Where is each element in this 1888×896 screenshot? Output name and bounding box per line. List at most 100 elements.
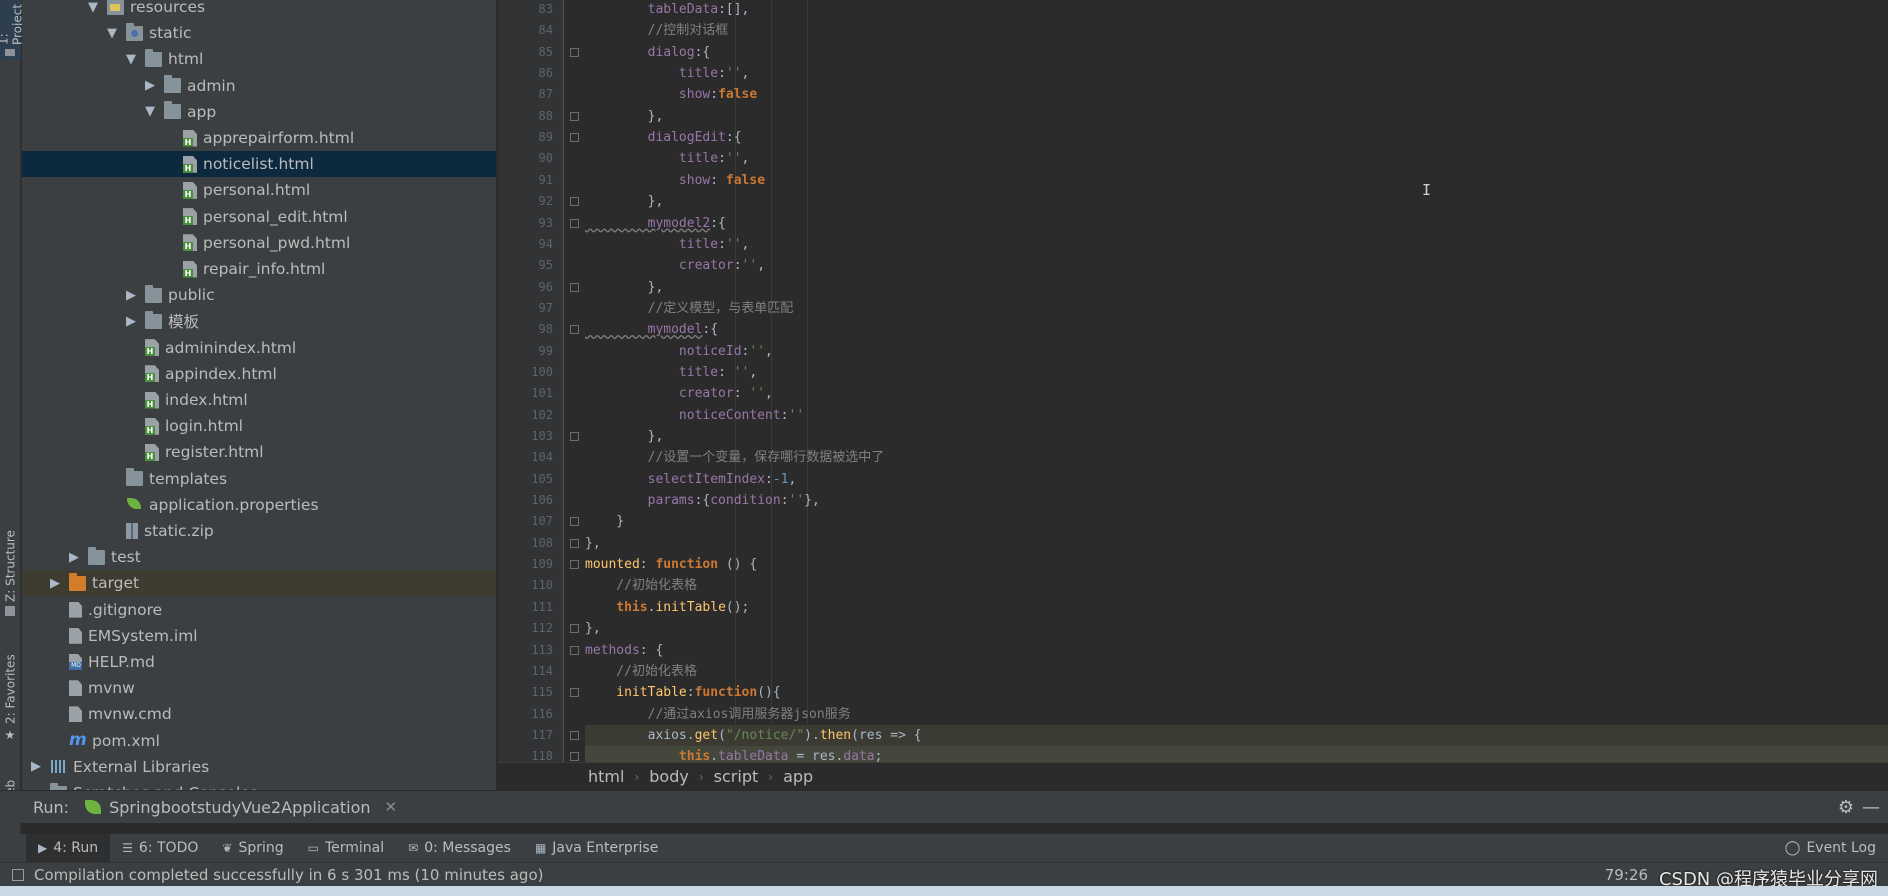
- tree-item[interactable]: ▶appindex.html: [22, 361, 496, 387]
- fold-marker-icon[interactable]: [570, 325, 579, 335]
- code-line[interactable]: dialog:{: [585, 42, 1888, 63]
- chevron-down-icon[interactable]: ▼: [143, 104, 157, 119]
- code-line[interactable]: params:{condition:''},: [585, 490, 1888, 511]
- code-line[interactable]: //设置一个变量，保存哪行数据被选中了: [585, 447, 1888, 468]
- project-tool-tab[interactable]: 1: Project: [0, 0, 25, 60]
- code-line[interactable]: }: [585, 511, 1888, 532]
- code-line[interactable]: mounted: function () {: [585, 554, 1888, 575]
- fold-marker-icon[interactable]: [570, 432, 579, 441]
- tool-tab[interactable]: ✉ 0: Messages: [396, 834, 523, 862]
- chevron-right-icon[interactable]: ▶: [143, 78, 157, 93]
- fold-marker-icon[interactable]: [570, 688, 579, 698]
- tool-tab[interactable]: ☰ 6: TODO: [110, 834, 210, 862]
- code-line[interactable]: dialogEdit:{: [585, 127, 1888, 148]
- tool-tab[interactable]: ❦ Spring: [210, 834, 295, 862]
- chevron-right-icon[interactable]: ▶: [67, 550, 81, 565]
- code-line[interactable]: tableData:[],: [585, 0, 1888, 20]
- fold-marker-icon[interactable]: [570, 538, 579, 548]
- code-line[interactable]: this.tableData = res.data;: [585, 746, 1888, 762]
- breadcrumb-item-app[interactable]: app: [783, 767, 813, 786]
- minimize-icon[interactable]: —: [1862, 797, 1880, 818]
- tree-item[interactable]: ▶personal.html: [22, 177, 496, 203]
- code-line[interactable]: this.initTable();: [585, 597, 1888, 618]
- code-line[interactable]: mymodel2:{: [585, 213, 1888, 234]
- chevron-down-icon[interactable]: ▼: [86, 0, 100, 15]
- code-line[interactable]: //控制对话框: [585, 20, 1888, 41]
- code-area[interactable]: tableData:[], //控制对话框 dialog:{ title:'',…: [585, 0, 1888, 762]
- tool-tab[interactable]: ▶ 4: Run: [26, 834, 111, 862]
- tree-item[interactable]: ▶mpom.xml: [22, 728, 496, 754]
- code-line[interactable]: noticeContent:'': [585, 405, 1888, 426]
- fold-marker-icon[interactable]: [570, 752, 579, 762]
- tree-item[interactable]: ▶templates: [22, 466, 496, 492]
- breadcrumb-item-html[interactable]: html: [588, 767, 624, 786]
- code-line[interactable]: title:'',: [585, 234, 1888, 255]
- code-line[interactable]: initTable:function(){: [585, 682, 1888, 703]
- code-line[interactable]: },: [585, 533, 1888, 554]
- fold-marker-icon[interactable]: [570, 282, 579, 292]
- chevron-right-icon[interactable]: ▶: [48, 576, 62, 591]
- tree-item[interactable]: ▶ 模板: [22, 308, 496, 334]
- fold-marker-icon[interactable]: [570, 624, 579, 634]
- tree-item[interactable]: ▼ static: [22, 20, 496, 46]
- tree-item[interactable]: ▼ app: [22, 99, 496, 125]
- code-editor[interactable]: 83 84 85 86 87 88 89 90 91 92 93 94 95 96 97 98 99 100 101…: [498, 0, 1888, 762]
- code-line[interactable]: },: [585, 106, 1888, 127]
- code-line[interactable]: //初始化表格: [585, 661, 1888, 682]
- code-line[interactable]: show:false: [585, 84, 1888, 105]
- code-line[interactable]: creator:'',: [585, 255, 1888, 276]
- run-config-tab[interactable]: SpringbootstudyVue2Application ✕: [85, 798, 397, 817]
- chevron-down-icon[interactable]: ▼: [124, 52, 138, 67]
- code-line[interactable]: selectItemIndex:-1,: [585, 469, 1888, 490]
- code-line[interactable]: },: [585, 618, 1888, 639]
- fold-marker-icon[interactable]: [570, 197, 579, 207]
- breadcrumb-item-body[interactable]: body: [649, 767, 689, 786]
- code-line[interactable]: //初始化表格: [585, 575, 1888, 596]
- fold-marker-icon[interactable]: [570, 218, 579, 228]
- code-line[interactable]: noticeId:'',: [585, 341, 1888, 362]
- chevron-right-icon[interactable]: ▶: [29, 759, 43, 774]
- structure-tool-tab[interactable]: Z: Structure: [0, 520, 21, 620]
- tree-item[interactable]: ▶ public: [22, 282, 496, 308]
- chevron-down-icon[interactable]: ▼: [105, 26, 119, 41]
- code-line[interactable]: axios.get("/notice/").then(res => {: [585, 724, 1888, 746]
- tree-item[interactable]: ▶Scratches and Consoles: [22, 780, 496, 790]
- chevron-right-icon[interactable]: ▶: [124, 314, 138, 329]
- close-icon[interactable]: ✕: [385, 798, 398, 816]
- code-line[interactable]: title:'',: [585, 63, 1888, 84]
- tree-item[interactable]: ▶mvnw.cmd: [22, 701, 496, 727]
- tool-tab[interactable]: ▦ Java Enterprise: [523, 834, 670, 862]
- code-line[interactable]: },: [585, 191, 1888, 212]
- code-line[interactable]: },: [585, 277, 1888, 298]
- code-line[interactable]: mymodel:{: [585, 319, 1888, 340]
- tree-item[interactable]: ▶ target: [22, 570, 496, 597]
- code-line[interactable]: title:'',: [585, 148, 1888, 169]
- fold-marker-icon[interactable]: [570, 517, 579, 527]
- code-line[interactable]: title: '',: [585, 362, 1888, 383]
- fold-marker-icon[interactable]: [570, 133, 579, 143]
- tree-item[interactable]: ▶apprepairform.html: [22, 125, 496, 151]
- toggle-tool-windows-icon[interactable]: [12, 868, 24, 881]
- gear-icon[interactable]: ⚙: [1838, 797, 1854, 818]
- tool-tab[interactable]: ▭ Terminal: [296, 834, 397, 862]
- tree-item[interactable]: ▶login.html: [22, 413, 496, 439]
- tree-item[interactable]: ▶register.html: [22, 439, 496, 465]
- tree-item[interactable]: ▶application.properties: [22, 492, 496, 518]
- code-line[interactable]: },: [585, 426, 1888, 447]
- fold-marker-icon[interactable]: [570, 47, 579, 57]
- breadcrumb-item-script[interactable]: script: [714, 767, 759, 786]
- tree-item[interactable]: ▼ html: [22, 46, 496, 72]
- event-log-button[interactable]: ◯ Event Log: [1785, 834, 1876, 862]
- tree-item[interactable]: ▶adminindex.html: [22, 335, 496, 361]
- tree-item[interactable]: ▶ External Libraries: [22, 754, 496, 780]
- fold-marker-icon[interactable]: [570, 645, 579, 655]
- tree-item[interactable]: ▶index.html: [22, 387, 496, 413]
- code-line[interactable]: //通过axios调用服务器json服务: [585, 704, 1888, 725]
- tree-item[interactable]: ▶HELP.md: [22, 649, 496, 675]
- tree-item[interactable]: ▶ admin: [22, 73, 496, 99]
- fold-marker-icon[interactable]: [570, 730, 579, 740]
- tree-item[interactable]: ▶personal_edit.html: [22, 204, 496, 230]
- tree-item[interactable]: ▶mvnw: [22, 675, 496, 701]
- chevron-right-icon[interactable]: ▶: [124, 288, 138, 303]
- favorites-tool-tab[interactable]: ★ 2: Favorites: [0, 646, 21, 746]
